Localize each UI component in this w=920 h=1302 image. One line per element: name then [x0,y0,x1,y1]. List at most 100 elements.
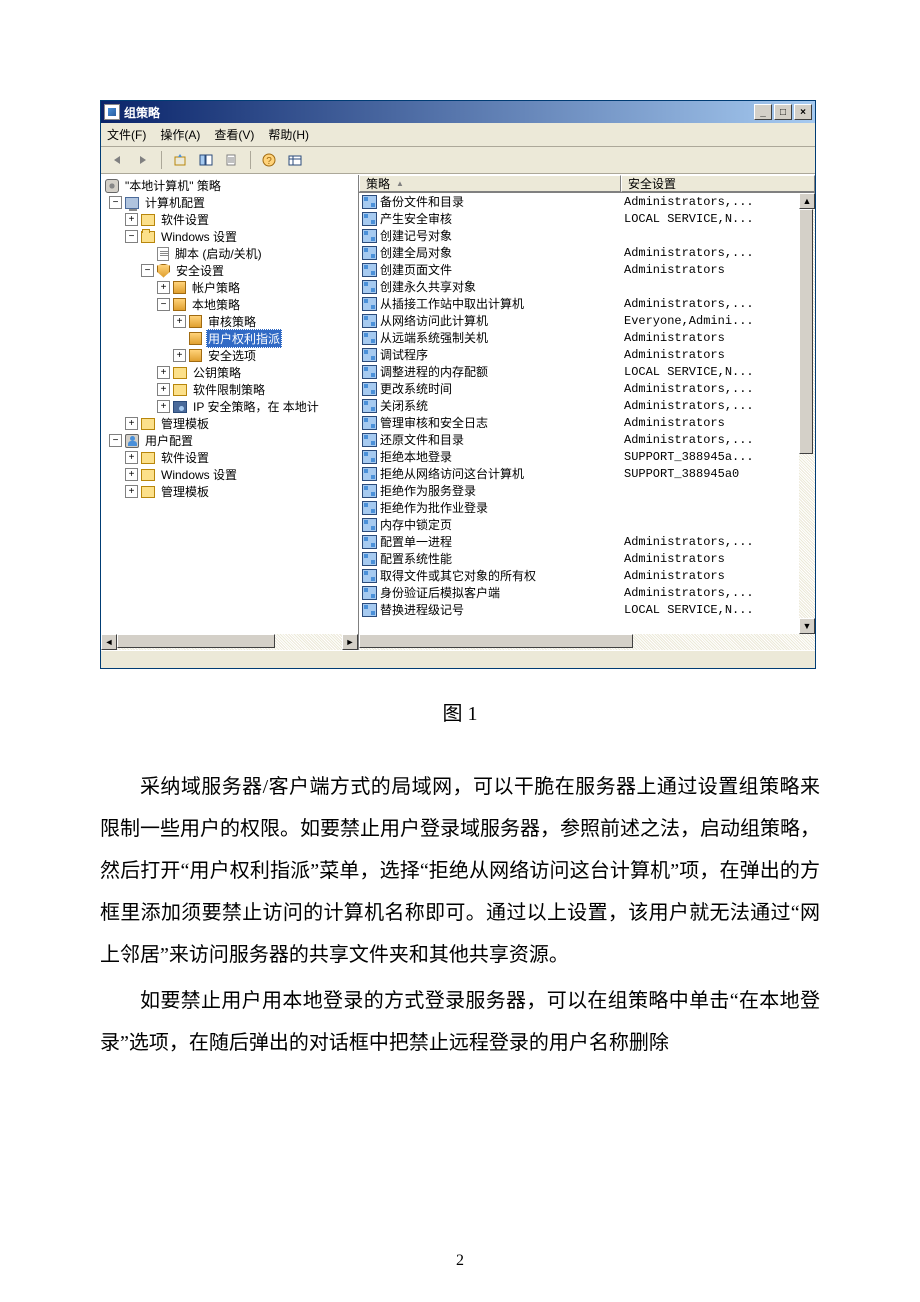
book-icon [189,315,202,328]
policy-name: 拒绝本地登录 [380,448,452,465]
toolbar: ? [101,147,815,174]
list-row[interactable]: 拒绝本地登录SUPPORT_388945a... [359,448,815,465]
list-row[interactable]: 替换进程级记号LOCAL SERVICE,N... [359,601,815,618]
tree-audit-policy[interactable]: +审核策略 [105,313,358,330]
list-row[interactable]: 调试程序Administrators [359,346,815,363]
help-button[interactable]: ? [259,150,279,170]
policy-name: 拒绝作为批作业登录 [380,499,488,516]
list-row[interactable]: 配置单一进程Administrators,... [359,533,815,550]
scroll-thumb[interactable] [799,209,813,454]
statusbar [101,650,815,668]
list-row[interactable]: 身份验证后模拟客户端Administrators,... [359,584,815,601]
list-row[interactable]: 创建页面文件Administrators [359,261,815,278]
column-security[interactable]: 安全设置 [621,175,815,192]
list-row[interactable]: 拒绝从网络访问这台计算机SUPPORT_388945a0 [359,465,815,482]
show-hide-tree-button[interactable] [196,150,216,170]
tree-ipsec[interactable]: +IP 安全策略，在 本地计 [105,398,358,415]
list-row[interactable]: 创建永久共享对象 [359,278,815,295]
policy-setting: Administrators [621,552,815,566]
export-list-button[interactable] [222,150,242,170]
tree-root[interactable]: "本地计算机" 策略 [105,177,358,194]
list-row[interactable]: 管理审核和安全日志Administrators [359,414,815,431]
scroll-left-button[interactable]: ◄ [101,634,117,650]
policy-icon [362,246,377,260]
tree-user-rights[interactable]: 用户权利指派 [105,330,358,347]
policy-setting: Administrators,... [621,382,815,396]
tree-software[interactable]: +软件设置 [105,211,358,228]
policy-icon [362,450,377,464]
list-header: 策略▲ 安全设置 [359,175,815,193]
list-row[interactable]: 产生安全审核LOCAL SERVICE,N... [359,210,815,227]
tree-scripts[interactable]: 脚本 (启动/关机) [105,245,358,262]
policy-icon [362,484,377,498]
list-h-scrollbar[interactable] [359,634,815,650]
list-body[interactable]: 备份文件和目录Administrators,...产生安全审核LOCAL SER… [359,193,815,650]
scroll-thumb[interactable] [359,634,633,648]
titlebar[interactable]: 组策略 _ □ × [101,101,815,123]
list-row[interactable]: 拒绝作为服务登录 [359,482,815,499]
back-button[interactable] [107,150,127,170]
tree-computer-config[interactable]: −计算机配置 [105,194,358,211]
view-button[interactable] [285,150,305,170]
policy-name: 拒绝从网络访问这台计算机 [380,465,524,482]
folder-open-icon [141,231,155,243]
list-row[interactable]: 备份文件和目录Administrators,... [359,193,815,210]
policy-setting: LOCAL SERVICE,N... [621,603,815,617]
list-row[interactable]: 关闭系统Administrators,... [359,397,815,414]
list-row[interactable]: 从网络访问此计算机Everyone,Admini... [359,312,815,329]
tree-security-options[interactable]: +安全选项 [105,347,358,364]
tree-account-policy[interactable]: +帐户策略 [105,279,358,296]
computer-icon [125,197,139,209]
list-row[interactable]: 创建全局对象Administrators,... [359,244,815,261]
list-row[interactable]: 从远端系统强制关机Administrators [359,329,815,346]
list-row[interactable]: 创建记号对象 [359,227,815,244]
list-row[interactable]: 拒绝作为批作业登录 [359,499,815,516]
list-row[interactable]: 调整进程的内存配额LOCAL SERVICE,N... [359,363,815,380]
tree-user-config[interactable]: −用户配置 [105,432,358,449]
policy-name: 调整进程的内存配额 [380,363,488,380]
tree-local-policy[interactable]: −本地策略 [105,296,358,313]
policy-icon [362,586,377,600]
paragraph-2: 如要禁止用户用本地登录的方式登录服务器，可以在组策略中单击“在本地登录”选项，在… [100,980,820,1064]
list-row[interactable]: 从插接工作站中取出计算机Administrators,... [359,295,815,312]
menu-view[interactable]: 查看(V) [214,126,254,143]
tree-h-scrollbar[interactable]: ◄ ► [101,634,358,650]
list-row[interactable]: 内存中锁定页 [359,516,815,533]
tree-user-admin-templates[interactable]: +管理模板 [105,483,358,500]
minimize-button[interactable]: _ [754,104,772,120]
maximize-button[interactable]: □ [774,104,792,120]
policy-name: 从网络访问此计算机 [380,312,488,329]
list-row[interactable]: 还原文件和目录Administrators,... [359,431,815,448]
tree-windows-settings[interactable]: −Windows 设置 [105,228,358,245]
list-row[interactable]: 配置系统性能 Administrators [359,550,815,567]
app-icon [104,104,120,120]
tree-pane[interactable]: "本地计算机" 策略 −计算机配置 +软件设置 −Windows 设置 脚本 (… [101,175,359,650]
folder-icon [141,486,155,498]
tree-security-settings[interactable]: −安全设置 [105,262,358,279]
menu-action[interactable]: 操作(A) [160,126,200,143]
policy-icon [362,399,377,413]
menu-file[interactable]: 文件(F) [107,126,146,143]
policy-name: 取得文件或其它对象的所有权 [380,567,536,584]
tree-user-software[interactable]: +软件设置 [105,449,358,466]
policy-name: 配置系统性能 [380,550,452,567]
tree-pubkey-policy[interactable]: +公钥策略 [105,364,358,381]
column-policy[interactable]: 策略▲ [359,175,621,192]
list-v-scrollbar[interactable]: ▲ ▼ [799,193,815,634]
list-row[interactable]: 更改系统时间Administrators,... [359,380,815,397]
tree-user-windows[interactable]: +Windows 设置 [105,466,358,483]
list-row[interactable]: 取得文件或其它对象的所有权Administrators [359,567,815,584]
scroll-right-button[interactable]: ► [342,634,358,650]
scroll-up-button[interactable]: ▲ [799,193,815,209]
scroll-down-button[interactable]: ▼ [799,618,815,634]
up-button[interactable] [170,150,190,170]
scroll-thumb[interactable] [117,634,275,648]
menu-help[interactable]: 帮助(H) [268,126,309,143]
policy-setting: Administrators,... [621,586,815,600]
book-icon [189,349,202,362]
forward-button[interactable] [133,150,153,170]
script-icon [157,247,169,261]
tree-software-restrict[interactable]: +软件限制策略 [105,381,358,398]
close-button[interactable]: × [794,104,812,120]
tree-admin-templates[interactable]: +管理模板 [105,415,358,432]
